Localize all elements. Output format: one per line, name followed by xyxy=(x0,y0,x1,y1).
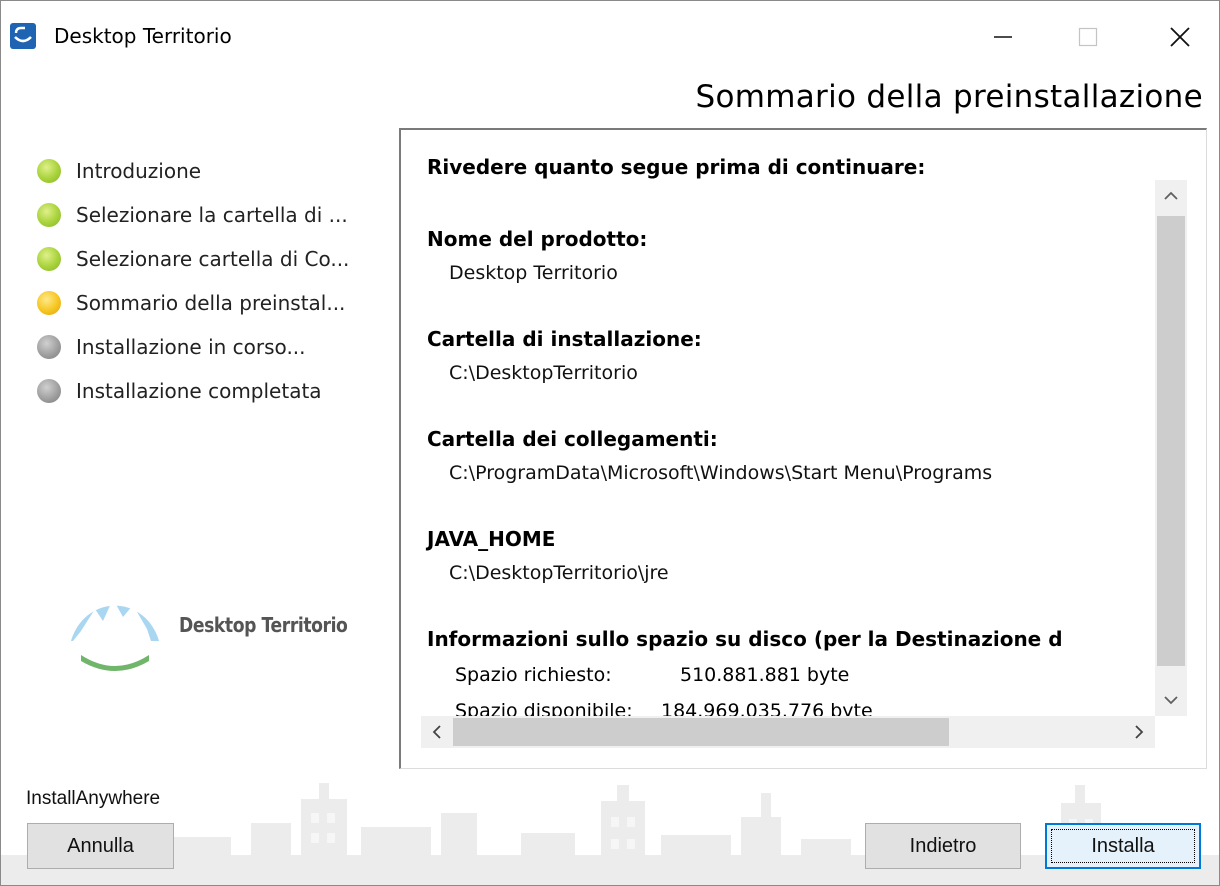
step-item: Installazione in corso... xyxy=(37,325,382,369)
app-icon xyxy=(10,23,36,49)
required-space-value: 510.881.881 byte xyxy=(680,664,850,686)
product-section: Nome del prodotto: Desktop Territorio xyxy=(427,226,647,286)
scroll-left-button[interactable] xyxy=(421,716,453,748)
step-done-icon xyxy=(37,159,61,183)
step-current-icon xyxy=(37,291,61,315)
product-logo: Desktop Territorio xyxy=(67,581,367,681)
install-folder-value: C:\DesktopTerritorio xyxy=(449,362,638,384)
summary-intro: Rivedere quanto segue prima di continuar… xyxy=(427,155,926,179)
step-label: Introduzione xyxy=(76,159,202,183)
step-label: Selezionare cartella di Co... xyxy=(76,247,350,271)
summary-viewport: Nome del prodotto: Desktop Territorio Ca… xyxy=(421,180,1155,716)
install-folder-title: Cartella di installazione: xyxy=(427,327,702,351)
install-button[interactable]: Installa xyxy=(1045,823,1201,869)
horizontal-scroll-thumb[interactable] xyxy=(453,718,949,746)
mountain-logo-icon xyxy=(71,599,159,671)
vertical-scroll-thumb[interactable] xyxy=(1157,216,1185,666)
step-done-icon xyxy=(37,247,61,271)
disk-title: Informazioni sullo spazio su disco (per … xyxy=(427,627,1063,651)
available-space-label: Spazio disponibile: xyxy=(455,700,633,716)
vertical-scrollbar[interactable] xyxy=(1155,180,1187,716)
links-folder-title: Cartella dei collegamenti: xyxy=(427,427,718,451)
logo-text: Desktop Territorio xyxy=(179,613,348,637)
step-done-icon xyxy=(37,203,61,227)
summary-panel: Rivedere quanto segue prima di continuar… xyxy=(399,128,1207,769)
vendor-label: InstallAnywhere xyxy=(26,788,161,809)
scroll-up-button[interactable] xyxy=(1155,180,1187,212)
disk-section: Informazioni sullo spazio su disco (per … xyxy=(427,626,1063,652)
title-bar: Desktop Territorio xyxy=(1,1,1219,71)
chevron-up-icon xyxy=(1164,191,1178,200)
step-pending-icon xyxy=(37,335,61,359)
focus-ring xyxy=(1051,829,1195,863)
step-item: Sommario della preinstal... xyxy=(37,281,382,325)
installer-window: Desktop Territorio Sommario della preins… xyxy=(0,0,1220,886)
java-section: JAVA_HOME C:\DesktopTerritorio\jre xyxy=(427,526,669,586)
links-folder-value: C:\ProgramData\Microsoft\Windows\Start M… xyxy=(449,462,993,484)
window-title: Desktop Territorio xyxy=(54,24,232,48)
product-title: Nome del prodotto: xyxy=(427,227,648,251)
page-title: Sommario della preinstallazione xyxy=(695,79,1203,115)
step-label: Selezionare la cartella di ... xyxy=(76,203,348,227)
maximize-icon xyxy=(1078,27,1098,47)
steps-list: Introduzione Selezionare la cartella di … xyxy=(37,149,382,413)
step-item: Selezionare la cartella di ... xyxy=(37,193,382,237)
step-label: Sommario della preinstal... xyxy=(76,291,346,315)
step-item: Installazione completata xyxy=(37,369,382,413)
chevron-left-icon xyxy=(432,725,441,739)
step-pending-icon xyxy=(37,379,61,403)
install-folder-section: Cartella di installazione: C:\DesktopTer… xyxy=(427,326,702,386)
horizontal-scrollbar[interactable] xyxy=(421,716,1155,748)
chevron-right-icon xyxy=(1135,725,1144,739)
step-label: Installazione completata xyxy=(76,379,322,403)
minimize-icon xyxy=(994,36,1012,38)
available-space-value: 184.969.035.776 byte xyxy=(661,700,873,716)
minimize-button[interactable] xyxy=(973,15,1033,59)
maximize-button[interactable] xyxy=(1058,15,1118,59)
java-title: JAVA_HOME xyxy=(427,527,556,551)
scroll-down-button[interactable] xyxy=(1155,684,1187,716)
step-item: Introduzione xyxy=(37,149,382,193)
chevron-down-icon xyxy=(1164,696,1178,705)
required-space-label: Spazio richiesto: xyxy=(455,664,612,686)
links-folder-section: Cartella dei collegamenti: C:\ProgramDat… xyxy=(427,426,992,486)
required-space-row: Spazio richiesto: 510.881.881 byte xyxy=(455,662,849,688)
city-skyline-background xyxy=(1,783,1219,885)
java-value: C:\DesktopTerritorio\jre xyxy=(449,562,669,584)
step-label: Installazione in corso... xyxy=(76,335,306,359)
available-space-row: Spazio disponibile: 184.969.035.776 byte xyxy=(455,698,873,716)
step-item: Selezionare cartella di Co... xyxy=(37,237,382,281)
scroll-right-button[interactable] xyxy=(1123,716,1155,748)
close-icon xyxy=(1170,27,1190,47)
product-value: Desktop Territorio xyxy=(449,262,618,284)
back-button[interactable]: Indietro xyxy=(865,823,1021,869)
cancel-button[interactable]: Annulla xyxy=(27,823,174,869)
close-button[interactable] xyxy=(1150,15,1210,59)
footer: InstallAnywhere Annulla Indietro Install… xyxy=(1,773,1219,885)
